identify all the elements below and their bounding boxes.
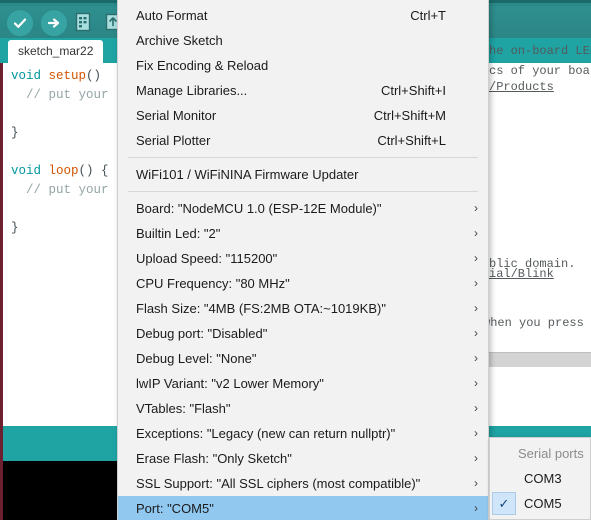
- menu-item-label: Archive Sketch: [136, 33, 223, 48]
- code-token: (): [86, 69, 102, 83]
- menu-item-label: Erase Flash: "Only Sketch": [136, 451, 292, 466]
- submenu-item[interactable]: ✓ COM5: [490, 491, 590, 516]
- menu-item-shortcut: Ctrl+Shift+L: [377, 133, 446, 148]
- menu-item[interactable]: Port: "COM5" ›: [118, 496, 488, 520]
- help-text-fragment: when you press: [483, 316, 584, 330]
- check-icon: [13, 18, 27, 28]
- chevron-right-icon: ›: [474, 301, 478, 315]
- menu-item-label: lwIP Variant: "v2 Lower Memory": [136, 376, 324, 391]
- code-token: }: [11, 221, 19, 235]
- chevron-right-icon: ›: [474, 351, 478, 365]
- menu-item[interactable]: Board: "NodeMCU 1.0 (ESP-12E Module)" ›: [118, 196, 488, 221]
- submenu-item-label: COM3: [524, 471, 562, 486]
- submenu-item[interactable]: COM3: [490, 466, 590, 491]
- menu-item[interactable]: Serial Plotter Ctrl+Shift+L: [118, 128, 488, 153]
- code-token: }: [11, 126, 19, 140]
- menu-item-label: Exceptions: "Legacy (new can return null…: [136, 426, 396, 441]
- chevron-right-icon: ›: [474, 326, 478, 340]
- menu-item-label: Debug port: "Disabled": [136, 326, 268, 341]
- port-submenu[interactable]: Serial ports COM3 ✓ COM5: [489, 437, 591, 520]
- menu-item[interactable]: Archive Sketch: [118, 28, 488, 53]
- menu-item[interactable]: Flash Size: "4MB (FS:2MB OTA:~1019KB)" ›: [118, 296, 488, 321]
- chevron-right-icon: ›: [474, 226, 478, 240]
- menu-item[interactable]: Exceptions: "Legacy (new can return null…: [118, 421, 488, 446]
- panel-divider[interactable]: [488, 352, 591, 368]
- menu-item-label: Board: "NodeMCU 1.0 (ESP-12E Module)": [136, 201, 382, 216]
- menu-item-label: Debug Level: "None": [136, 351, 257, 366]
- menu-item-label: Serial Plotter: [136, 133, 211, 148]
- menu-item[interactable]: SSL Support: "All SSL ciphers (most comp…: [118, 471, 488, 496]
- help-text-fragment: he on-board LED: [489, 44, 591, 58]
- code-token: setup: [48, 69, 87, 83]
- chevron-right-icon: ›: [474, 426, 478, 440]
- code-token: () {: [78, 164, 109, 178]
- chevron-right-icon: ›: [474, 451, 478, 465]
- new-sketch-button[interactable]: [70, 9, 96, 35]
- document-icon: [75, 12, 91, 32]
- upload-button[interactable]: [40, 9, 68, 37]
- menu-item[interactable]: Auto Format Ctrl+T: [118, 3, 488, 28]
- chevron-right-icon: ›: [474, 251, 478, 265]
- app-window: sketch_mar22 void setup() // put your } …: [0, 0, 591, 520]
- submenu-header: Serial ports: [490, 441, 590, 466]
- help-link-fragment[interactable]: ial/Blink: [489, 267, 554, 281]
- chevron-right-icon: ›: [474, 376, 478, 390]
- menu-item[interactable]: Debug Level: "None" ›: [118, 346, 488, 371]
- menu-item-label: Serial Monitor: [136, 108, 217, 123]
- code-token: // put your: [11, 88, 109, 102]
- menu-item[interactable]: WiFi101 / WiFiNINA Firmware Updater: [118, 162, 488, 187]
- help-link-fragment[interactable]: /Products: [489, 80, 554, 94]
- submenu-item-label: COM5: [524, 496, 562, 511]
- menu-item-label: WiFi101 / WiFiNINA Firmware Updater: [136, 167, 359, 182]
- menu-item[interactable]: VTables: "Flash" ›: [118, 396, 488, 421]
- submenu-item-label: Serial ports: [518, 446, 584, 461]
- arrow-right-icon: [47, 18, 60, 28]
- menu-item-label: Flash Size: "4MB (FS:2MB OTA:~1019KB)": [136, 301, 386, 316]
- menu-item[interactable]: Fix Encoding & Reload: [118, 53, 488, 78]
- help-text-fragment: cs of your boar: [489, 64, 591, 78]
- menu-item[interactable]: Serial Monitor Ctrl+Shift+M: [118, 103, 488, 128]
- menu-item-label: CPU Frequency: "80 MHz": [136, 276, 290, 291]
- verify-button[interactable]: [6, 9, 34, 37]
- chevron-right-icon: ›: [474, 401, 478, 415]
- menu-item-shortcut: Ctrl+T: [410, 8, 446, 23]
- menu-item[interactable]: Upload Speed: "115200" ›: [118, 246, 488, 271]
- menu-item-label: Upload Speed: "115200": [136, 251, 278, 266]
- chevron-right-icon: ›: [474, 276, 478, 290]
- check-icon: ✓: [492, 492, 516, 515]
- menu-item-label: VTables: "Flash": [136, 401, 231, 416]
- code-token: loop: [48, 164, 79, 178]
- chevron-right-icon: ›: [474, 501, 478, 515]
- menu-separator: [128, 191, 478, 192]
- menu-item[interactable]: CPU Frequency: "80 MHz" ›: [118, 271, 488, 296]
- menu-item[interactable]: Erase Flash: "Only Sketch" ›: [118, 446, 488, 471]
- menu-item-label: Manage Libraries...: [136, 83, 248, 98]
- tools-menu[interactable]: Auto Format Ctrl+T Archive Sketch Fix Encod…: [117, 0, 489, 520]
- menu-separator: [128, 157, 478, 158]
- menu-item[interactable]: lwIP Variant: "v2 Lower Memory" ›: [118, 371, 488, 396]
- chevron-right-icon: ›: [474, 201, 478, 215]
- menu-item-shortcut: Ctrl+Shift+M: [373, 108, 446, 123]
- menu-item[interactable]: Debug port: "Disabled" ›: [118, 321, 488, 346]
- menu-item-label: Auto Format: [136, 8, 208, 23]
- menu-item-label: Builtin Led: "2": [136, 226, 221, 241]
- menu-item-label: Fix Encoding & Reload: [136, 58, 269, 73]
- code-token: // put your: [11, 183, 109, 197]
- chevron-right-icon: ›: [474, 476, 478, 490]
- menu-item-label: SSL Support: "All SSL ciphers (most comp…: [136, 476, 421, 491]
- menu-item[interactable]: Builtin Led: "2" ›: [118, 221, 488, 246]
- menu-item-shortcut: Ctrl+Shift+I: [380, 83, 446, 98]
- code-token: void: [11, 69, 49, 83]
- sketch-tab[interactable]: sketch_mar22: [8, 40, 104, 63]
- menu-item-label: Port: "COM5": [136, 501, 214, 516]
- code-token: void: [11, 164, 49, 178]
- menu-item[interactable]: Manage Libraries... Ctrl+Shift+I: [118, 78, 488, 103]
